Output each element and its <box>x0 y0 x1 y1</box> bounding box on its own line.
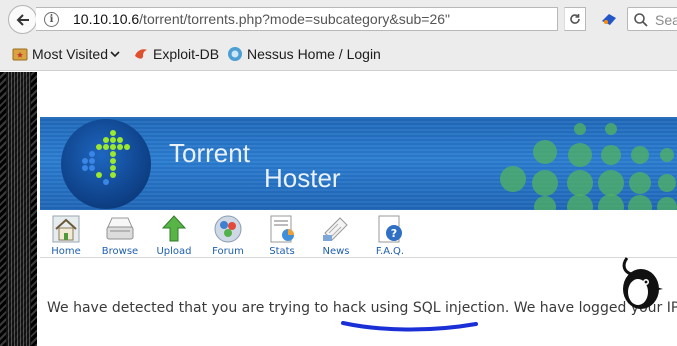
banner-dot <box>534 196 556 210</box>
url-bar[interactable]: i 10.10.10.6/torrent/torrents.php?mode=s… <box>36 7 576 31</box>
bookmark-most-visited[interactable]: Most Visited <box>12 46 120 62</box>
banner-dot <box>605 123 617 135</box>
banner-dot <box>598 170 624 196</box>
extension-icon[interactable] <box>601 12 617 26</box>
banner-dot <box>657 197 677 210</box>
logo-dot <box>103 137 109 143</box>
url-text[interactable]: 10.10.10.6/torrent/torrents.php?mode=sub… <box>73 11 450 27</box>
nav-browse[interactable]: Browse <box>93 213 147 257</box>
faq-icon: ? <box>378 215 402 243</box>
back-button[interactable] <box>8 5 37 34</box>
bookmark-label: Most Visited <box>32 46 108 62</box>
logo-dot <box>124 144 130 150</box>
logo-dot <box>96 172 102 178</box>
exploitdb-icon <box>135 49 147 59</box>
nav-label: Stats <box>269 246 295 257</box>
nav-stats[interactable]: Stats <box>255 213 309 257</box>
site-banner: Torrent Hoster <box>40 117 677 210</box>
banner-dot <box>533 140 557 164</box>
logo-dot <box>110 172 116 178</box>
nav-label: Browse <box>101 246 139 257</box>
stats-icon <box>270 215 294 243</box>
banner-dot <box>532 170 558 196</box>
nav-label: Upload <box>156 246 192 257</box>
logo-dot <box>82 165 88 171</box>
logo-dot <box>82 158 88 164</box>
banner-dot <box>574 123 586 135</box>
banner-dot <box>567 194 593 210</box>
banner-dot <box>601 145 621 165</box>
back-arrow-icon <box>16 13 29 26</box>
bookmark-exploit-db[interactable]: Exploit-DB <box>133 46 219 62</box>
hand-drawn-underline <box>341 321 478 332</box>
site-nav-toolbar: Home Browse Upload Forum Stats News ? F.… <box>40 210 677 258</box>
logo-dot <box>96 144 102 150</box>
logo-dot <box>117 144 123 150</box>
browse-icon <box>106 217 134 240</box>
mascot-icon <box>622 257 663 309</box>
forum-icon <box>214 215 242 243</box>
folder-star-icon <box>12 48 28 61</box>
nav-label: Home <box>51 246 81 257</box>
search-icon <box>634 13 648 27</box>
site-title-line1: Torrent <box>169 138 250 168</box>
nav-label: News <box>322 246 350 257</box>
nessus-icon <box>228 47 242 61</box>
banner-dot <box>568 143 592 167</box>
banner-dot <box>629 172 651 194</box>
nav-label: F.A.Q. <box>375 246 405 257</box>
logo-dot <box>103 179 109 185</box>
banner-dot <box>567 170 593 196</box>
banner-dots-decoration <box>500 123 677 210</box>
banner-dot <box>631 146 649 164</box>
up-arrow-dots-icon <box>82 130 130 185</box>
logo-dot <box>110 130 116 136</box>
logo-dot <box>110 144 116 150</box>
home-icon <box>52 215 80 243</box>
banner-dot <box>598 194 624 210</box>
banner-dot <box>658 174 676 192</box>
logo-dot <box>89 158 95 164</box>
logo-dot <box>89 151 95 157</box>
logo-dot <box>110 158 116 164</box>
logo-dot <box>110 165 116 171</box>
bookmarks-bar: Most Visited Exploit-DB Nessus Home / Lo… <box>0 38 677 71</box>
search-input[interactable]: Sea <box>627 7 677 31</box>
banner-dot <box>660 148 674 162</box>
bookmark-label: Exploit-DB <box>153 46 220 62</box>
logo-dot <box>117 137 123 143</box>
nav-home[interactable]: Home <box>39 213 93 257</box>
upload-icon <box>161 215 187 242</box>
site-logo[interactable] <box>61 119 151 209</box>
news-icon <box>323 217 348 241</box>
nav-faq[interactable]: ? F.A.Q. <box>363 213 417 257</box>
sql-injection-notice: We have detected that you are trying to … <box>47 300 677 316</box>
nav-upload[interactable]: Upload <box>147 213 201 257</box>
bookmark-nessus[interactable]: Nessus Home / Login <box>227 46 381 62</box>
search-placeholder: Sea <box>655 12 677 28</box>
banner-dot <box>500 166 526 192</box>
info-icon[interactable]: i <box>44 12 59 27</box>
browser-navbar: i 10.10.10.6/torrent/torrents.php?mode=s… <box>0 0 677 38</box>
reload-icon <box>570 14 580 24</box>
site-title-line2: Hoster <box>264 163 341 193</box>
bookmark-label: Nessus Home / Login <box>247 46 381 62</box>
logo-dot <box>103 144 109 150</box>
chevron-down-icon <box>110 51 120 58</box>
logo-dot <box>89 165 95 171</box>
reload-button[interactable] <box>564 7 586 31</box>
side-panel-pattern <box>0 72 37 346</box>
nav-forum[interactable]: Forum <box>201 213 255 257</box>
svg-text:?: ? <box>391 227 397 240</box>
nav-label: Forum <box>212 246 244 257</box>
logo-dot <box>110 137 116 143</box>
banner-dot <box>628 195 652 210</box>
nav-news[interactable]: News <box>309 213 363 257</box>
logo-dot <box>110 151 116 157</box>
